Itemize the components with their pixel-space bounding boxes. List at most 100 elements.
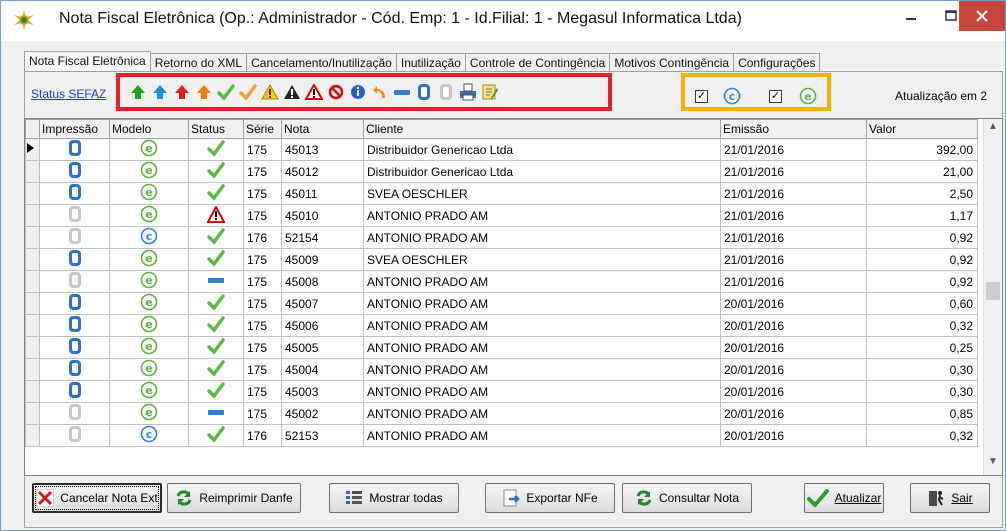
printed-status-icon: [39, 248, 110, 271]
cell-cliente: ANTONIO PRADO AM: [363, 204, 721, 227]
table-row[interactable]: c 176 52153 ANTONIO PRADO AM 20/01/2016 0,32: [25, 424, 978, 447]
invoice-grid[interactable]: Impressão Modelo Status Série Nota Clien…: [24, 118, 1003, 476]
cell-emissao: 21/01/2016: [720, 270, 867, 293]
svg-text:e: e: [145, 186, 152, 199]
col-impressao-header[interactable]: Impressão: [39, 119, 110, 139]
col-nota-header[interactable]: Nota: [281, 119, 364, 139]
model-icon: e: [109, 270, 189, 293]
scroll-down-icon[interactable]: ▼: [984, 456, 1002, 473]
table-row[interactable]: e 175 45007 ANTONIO PRADO AM 20/01/2016 0,60: [25, 292, 978, 315]
table-row[interactable]: c 176 52154 ANTONIO PRADO AM 21/01/2016 0,92: [25, 226, 978, 249]
model-icon: e: [109, 292, 189, 315]
table-row[interactable]: e 175 45004 ANTONIO PRADO AM 20/01/2016 0,30: [25, 358, 978, 381]
status-icon: [188, 226, 244, 249]
reprint-danfe-button[interactable]: Reimprimir Danfe: [167, 483, 301, 513]
filter-nfe-checkbox[interactable]: ✓: [769, 90, 782, 103]
svg-text:e: e: [804, 90, 811, 103]
printed-status-icon: [39, 204, 110, 227]
check-icon: [806, 489, 829, 507]
table-row[interactable]: e 175 45005 ANTONIO PRADO AM 20/01/2016 0,25: [25, 336, 978, 359]
filter-nfce-checkbox[interactable]: ✓: [695, 90, 708, 103]
printed-status-icon: [39, 226, 110, 249]
table-row[interactable]: e 175 45009 SVEA OESCHLER 21/01/2016 0,92: [25, 248, 978, 271]
model-icon: e: [109, 402, 189, 425]
cell-valor: 0,85: [866, 402, 978, 425]
cell-nota: 52154: [281, 226, 364, 249]
show-all-button[interactable]: Mostrar todas: [329, 483, 459, 513]
scroll-thumb[interactable]: [986, 282, 1000, 300]
model-icon: e: [109, 138, 189, 161]
cell-nota: 45004: [281, 358, 364, 381]
svg-text:e: e: [145, 340, 152, 353]
svg-text:e: e: [145, 142, 152, 155]
title-bar[interactable]: Nota Fiscal Eletrônica (Op.: Administrad…: [1, 1, 1005, 41]
row-indicator: [25, 226, 40, 249]
col-modelo-header[interactable]: Modelo: [109, 119, 189, 139]
exit-button[interactable]: Sair: [910, 483, 990, 513]
cell-nota: 45007: [281, 292, 364, 315]
status-sefaz-link[interactable]: Status SEFAZ: [31, 87, 106, 101]
cell-cliente: ANTONIO PRADO AM: [363, 336, 721, 359]
model-icon: e: [109, 182, 189, 205]
edit-note-icon: [481, 83, 499, 101]
svg-text:e: e: [145, 362, 152, 375]
cell-nota: 45003: [281, 380, 364, 403]
table-row[interactable]: e 175 45013 Distribuidor Genericao Ltda 21/0…: [25, 138, 978, 161]
row-indicator: [25, 270, 40, 293]
row-indicator: [25, 292, 40, 315]
status-icon: [188, 380, 244, 403]
cell-serie: 175: [243, 204, 282, 227]
cell-cliente: ANTONIO PRADO AM: [363, 424, 721, 447]
table-row[interactable]: e 175 45006 ANTONIO PRADO AM 20/01/2016 0,32: [25, 314, 978, 337]
printed-status-icon: [39, 182, 110, 205]
table-row[interactable]: e 175 45008 ANTONIO PRADO AM 21/01/2016 0,92: [25, 270, 978, 293]
export-icon: [503, 489, 521, 507]
table-row[interactable]: e 175 45003 ANTONIO PRADO AM 20/01/2016 0,30: [25, 380, 978, 403]
tab-controle-contingencia[interactable]: Controle de Contingência: [464, 53, 611, 72]
row-indicator: [25, 138, 40, 161]
printed-status-icon: [39, 402, 110, 425]
col-cliente-header[interactable]: Cliente: [363, 119, 721, 139]
grid-header: Impressão Modelo Status Série Nota Clien…: [25, 119, 978, 139]
minimize-button[interactable]: [891, 1, 931, 31]
printed-status-icon: [39, 270, 110, 293]
col-status-header[interactable]: Status: [188, 119, 244, 139]
cell-emissao: 20/01/2016: [720, 380, 867, 403]
consult-note-button[interactable]: Consultar Nota: [622, 483, 752, 513]
cell-serie: 175: [243, 314, 282, 337]
scroll-up-icon[interactable]: ▲: [984, 121, 1002, 138]
table-row[interactable]: e 175 45010 ANTONIO PRADO AM 21/01/2016 1,17: [25, 204, 978, 227]
tab-nota-fiscal[interactable]: Nota Fiscal Eletrônica: [24, 51, 151, 72]
export-nfe-button[interactable]: Exportar NFe: [485, 483, 615, 513]
vertical-scrollbar[interactable]: ▲ ▼: [983, 119, 1002, 475]
table-row[interactable]: e 175 45011 SVEA OESCHLER 21/01/2016 2,50: [25, 182, 978, 205]
tab-configuracoes[interactable]: Configurações: [733, 53, 821, 72]
cancel-note-button[interactable]: Cancelar Nota Ext: [32, 483, 162, 513]
action-bar: Cancelar Nota Ext Reimprimir Danfe Mostr…: [28, 480, 1001, 522]
model-c-icon: c: [723, 87, 741, 108]
col-emissao-header[interactable]: Emissão: [720, 119, 867, 139]
close-button[interactable]: [959, 1, 1005, 31]
update-button[interactable]: Atualizar: [804, 483, 884, 513]
svg-text:e: e: [145, 252, 152, 265]
row-indicator: [25, 248, 40, 271]
exit-label: Sair: [951, 491, 973, 505]
col-valor-header[interactable]: Valor: [866, 119, 978, 139]
col-serie-header[interactable]: Série: [243, 119, 282, 139]
table-row[interactable]: e 175 45002 ANTONIO PRADO AM 20/01/2016 0,85: [25, 402, 978, 425]
undo-icon: [371, 83, 389, 101]
tab-inutilizacao[interactable]: Inutilização: [395, 53, 466, 72]
status-icon: [188, 182, 244, 205]
cell-serie: 175: [243, 160, 282, 183]
svg-text:c: c: [146, 230, 153, 243]
cell-cliente: ANTONIO PRADO AM: [363, 292, 721, 315]
tab-motivos-contingencia[interactable]: Motivos Contingência: [609, 53, 735, 72]
status-icon: [188, 402, 244, 425]
cell-serie: 175: [243, 138, 282, 161]
tab-retorno-xml[interactable]: Retorno do XML: [149, 53, 248, 72]
tab-cancelamento[interactable]: Cancelamento/Inutilização: [246, 53, 397, 72]
table-row[interactable]: e 175 45012 Distribuidor Genericao Ltda 21/0…: [25, 160, 978, 183]
cell-valor: 2,50: [866, 182, 978, 205]
cell-serie: 175: [243, 270, 282, 293]
printed-status-icon: [39, 424, 110, 447]
